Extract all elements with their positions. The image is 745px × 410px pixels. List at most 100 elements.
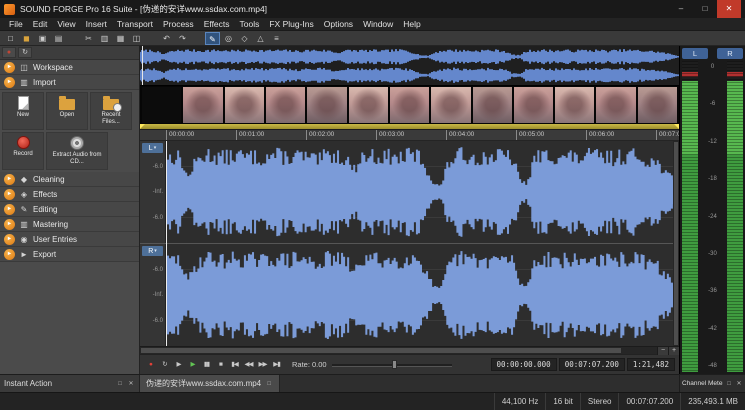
menu-item[interactable]: Edit: [28, 18, 53, 30]
pencil-tool-button[interactable]: △: [253, 32, 268, 45]
play-all-button[interactable]: ▶: [172, 357, 185, 373]
minimize-button[interactable]: –: [669, 0, 693, 18]
right-channel[interactable]: R ▾ -6.0 -Inf. -6.0: [140, 244, 679, 346]
menu-item[interactable]: Tools: [235, 18, 265, 30]
section-mastering[interactable]: ► ▥ Mastering: [0, 217, 139, 232]
close-icon[interactable]: ✕: [127, 380, 135, 387]
menu-item[interactable]: File: [4, 18, 28, 30]
stop-button[interactable]: ■: [214, 357, 227, 373]
import-extract-audio-cd[interactable]: Extract Audio from CD...: [46, 132, 108, 170]
section-cleaning[interactable]: ► ◆ Cleaning: [0, 172, 139, 187]
rate-slider[interactable]: [332, 360, 452, 369]
video-thumbnail[interactable]: [473, 87, 512, 123]
maximize-button[interactable]: □: [693, 0, 717, 18]
record-button[interactable]: ●: [144, 357, 157, 373]
redo-button[interactable]: ↷: [175, 32, 190, 45]
edit-tool-button[interactable]: ✎: [205, 32, 220, 45]
expand-arrow-icon[interactable]: ►: [4, 219, 15, 230]
video-thumbnail[interactable]: [225, 87, 264, 123]
left-waveform[interactable]: [166, 141, 679, 243]
horizontal-scrollbar[interactable]: − +: [140, 346, 679, 354]
menu-item[interactable]: Options: [319, 18, 358, 30]
import-record[interactable]: Record: [2, 132, 44, 170]
play-button[interactable]: ▶: [186, 357, 199, 373]
document-tab[interactable]: 伪递的安详www.ssdax.com.mp4 □: [140, 375, 280, 392]
snap-button[interactable]: ≡: [269, 32, 284, 45]
instant-action-run-button[interactable]: ●: [2, 47, 16, 58]
right-channel-chip[interactable]: R ▾: [142, 246, 163, 256]
open-button[interactable]: ◼: [19, 32, 34, 45]
save-button[interactable]: ▣: [35, 32, 50, 45]
cut-button[interactable]: ✂: [81, 32, 96, 45]
undo-button[interactable]: ↶: [159, 32, 174, 45]
meter-right-tab[interactable]: R: [717, 48, 743, 59]
go-to-end-button[interactable]: ▶▮: [270, 357, 283, 373]
section-workspace[interactable]: ► ◫ Workspace: [0, 60, 139, 75]
rewind-button[interactable]: ◀◀: [242, 357, 255, 373]
menu-item[interactable]: Effects: [199, 18, 235, 30]
horizontal-scrollbar-thumb[interactable]: [141, 348, 621, 353]
menu-item[interactable]: Insert: [81, 18, 112, 30]
section-editing[interactable]: ► ✎ Editing: [0, 202, 139, 217]
vertical-scrollbar-thumb[interactable]: [674, 142, 678, 345]
video-thumbnail[interactable]: [431, 87, 470, 123]
menu-item[interactable]: Process: [158, 18, 199, 30]
section-user-entries[interactable]: ► ◉ User Entries: [0, 232, 139, 247]
left-channel[interactable]: L ▾ -6.0 -Inf. -6.0: [140, 141, 679, 243]
rate-slider-thumb[interactable]: [392, 360, 397, 369]
playback-cursor[interactable]: [166, 141, 167, 346]
expand-arrow-icon[interactable]: ►: [4, 174, 15, 185]
close-icon[interactable]: ✕: [735, 380, 743, 387]
zoom-out-button[interactable]: −: [657, 347, 668, 355]
paste-button[interactable]: ▦: [113, 32, 128, 45]
video-thumbnail[interactable]: [183, 87, 222, 123]
video-thumbnail[interactable]: [514, 87, 553, 123]
video-thumbnail[interactable]: [142, 87, 181, 123]
video-thumbnail[interactable]: [555, 87, 594, 123]
section-import[interactable]: ► ▥ Import: [0, 75, 139, 90]
video-thumbnail[interactable]: [638, 87, 677, 123]
menu-item[interactable]: FX Plug-Ins: [264, 18, 318, 30]
menu-item[interactable]: Window: [358, 18, 398, 30]
menu-item[interactable]: Transport: [112, 18, 158, 30]
new-file-button[interactable]: □: [3, 32, 18, 45]
section-export[interactable]: ► ► Export: [0, 247, 139, 262]
import-new[interactable]: New: [2, 92, 44, 130]
restore-icon[interactable]: □: [265, 381, 273, 387]
channel-meters-titlebar[interactable]: Channel Meters □ ✕: [679, 375, 745, 392]
loop-start-marker-icon[interactable]: [140, 124, 145, 129]
expand-arrow-icon[interactable]: ►: [4, 77, 15, 88]
expand-arrow-icon[interactable]: ►: [4, 234, 15, 245]
forward-button[interactable]: ▶▶: [256, 357, 269, 373]
instant-action-titlebar[interactable]: Instant Action □ ✕: [0, 375, 140, 392]
menu-item[interactable]: Help: [398, 18, 425, 30]
time-ruler[interactable]: 00:00:0000:01:0000:02:0000:03:0000:04:00…: [140, 130, 679, 141]
import-open[interactable]: Open: [46, 92, 88, 130]
import-recent-files[interactable]: Recent Files...: [90, 92, 132, 130]
pause-button[interactable]: ▮▮: [200, 357, 213, 373]
expand-arrow-icon[interactable]: ►: [4, 204, 15, 215]
expand-arrow-icon[interactable]: ►: [4, 62, 15, 73]
restore-icon[interactable]: □: [725, 381, 733, 387]
video-thumbnail[interactable]: [596, 87, 635, 123]
loop-playback-button[interactable]: ↻: [158, 357, 171, 373]
instant-action-refresh-button[interactable]: ↻: [18, 47, 32, 58]
properties-button[interactable]: ▤: [51, 32, 66, 45]
go-to-start-button[interactable]: ▮◀: [228, 357, 241, 373]
expand-arrow-icon[interactable]: ►: [4, 189, 15, 200]
video-thumbnail-strip[interactable]: [140, 86, 679, 124]
vertical-scrollbar[interactable]: [673, 141, 679, 346]
section-effects[interactable]: ► ◈ Effects: [0, 187, 139, 202]
restore-icon[interactable]: □: [116, 381, 124, 387]
video-thumbnail[interactable]: [307, 87, 346, 123]
video-thumbnail[interactable]: [266, 87, 305, 123]
menu-item[interactable]: View: [52, 18, 80, 30]
left-channel-chip[interactable]: L ▾: [142, 143, 163, 153]
close-button[interactable]: ✕: [717, 0, 741, 18]
zoom-in-button[interactable]: +: [668, 347, 679, 355]
overview-cursor[interactable]: [142, 46, 143, 85]
right-waveform[interactable]: [166, 244, 679, 346]
event-tool-button[interactable]: ◇: [237, 32, 252, 45]
video-thumbnail[interactable]: [390, 87, 429, 123]
overview-waveform[interactable]: [140, 46, 679, 86]
